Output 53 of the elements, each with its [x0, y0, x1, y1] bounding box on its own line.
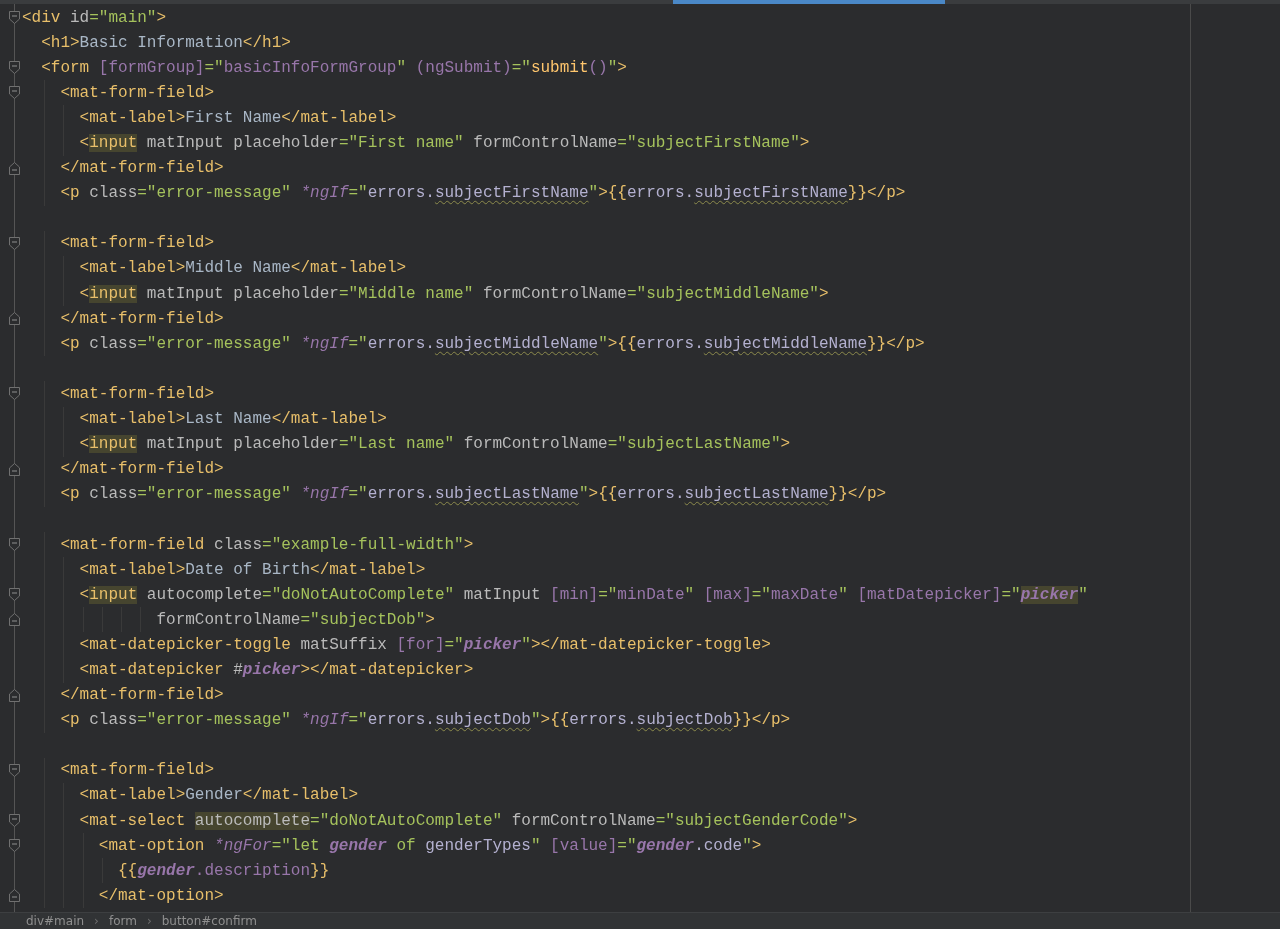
fold-icon[interactable] — [9, 763, 20, 777]
fold-icon[interactable] — [9, 538, 20, 551]
code-line: {{gender.description}} — [117, 860, 330, 881]
code-line: <mat-label>Middle Name</mat-label> — [78, 258, 407, 279]
breadcrumb-separator: › — [146, 914, 152, 928]
code-line: formControlName="subjectDob"> — [155, 609, 435, 630]
breadcrumb-item[interactable]: form — [108, 914, 137, 928]
code-line: <mat-form-field> — [59, 82, 215, 103]
code-line: <p class="error-message" *ngIf="errors.subjectFirstName">{{errors.subjectFirstName}}</p> — [59, 183, 906, 204]
fold-icon[interactable] — [9, 462, 20, 476]
code-line: <mat-label>Gender</mat-label> — [78, 785, 359, 806]
fold-icon[interactable] — [9, 839, 20, 853]
code-line: <mat-datepicker-toggle matSuffix [for]="picker"></mat-datepicker-toggle> — [78, 634, 771, 655]
breadcrumb-item[interactable]: button#confirm — [161, 914, 257, 928]
code-line: <p class="error-message" *ngIf="errors.subjectMiddleName">{{errors.subjectMiddleName}}</p> — [59, 333, 925, 354]
code-line: <mat-label>Date of Birth</mat-label> — [78, 559, 426, 580]
fold-icon[interactable] — [9, 889, 20, 903]
code-line: <mat-label>First Name</mat-label> — [78, 107, 397, 128]
code-line: </mat-form-field> — [59, 308, 224, 329]
code-line: <mat-form-field class="example-full-width"> — [59, 534, 474, 555]
fold-icon[interactable] — [9, 161, 20, 175]
fold-icon[interactable] — [9, 312, 20, 326]
code-line: <input matInput placeholder="Middle name" formControlName="subjectMiddleName"> — [78, 283, 829, 304]
fold-icon[interactable] — [9, 11, 20, 25]
code-line: <div id="main"> — [22, 7, 167, 28]
code-line: </mat-form-field> — [59, 459, 224, 480]
code-line: <h1>Basic Information</h1> — [40, 32, 291, 53]
code-line: <mat-select autocomplete="doNotAutoComplete" formControlName="subjectGenderCode"> — [78, 810, 858, 831]
code-line: <input matInput placeholder="First name" formControlName="subjectFirstName"> — [78, 133, 810, 153]
fold-icon[interactable] — [9, 588, 20, 602]
fold-icon[interactable] — [9, 387, 20, 401]
fold-icon[interactable] — [9, 613, 20, 627]
code-line: <p class="error-message" *ngIf="errors.subjectLastName">{{errors.subjectLastName}}</p> — [59, 484, 887, 505]
code-line: <form [formGroup]="basicInfoFormGroup" (ngSubmit)="submit()"> — [40, 57, 627, 78]
breadcrumb-separator: › — [94, 914, 99, 928]
fold-icon[interactable] — [9, 86, 20, 100]
fold-icon[interactable] — [9, 688, 20, 702]
code-line: </mat-form-field> — [59, 158, 224, 179]
code-line: </mat-form-field> — [59, 685, 224, 706]
fold-icon[interactable] — [9, 61, 20, 75]
code-line: <mat-form-field> — [59, 383, 215, 404]
code-line: <input autocomplete="doNotAutoComplete" matInput [min]="minDate" [max]="maxDate" [matDatepicker]="picker" — [78, 584, 1088, 605]
code-line: <mat-form-field> — [59, 233, 215, 254]
code-line: </mat-option> — [97, 885, 224, 906]
fold-icon[interactable] — [9, 236, 20, 250]
code-line: <mat-form-field> — [59, 760, 215, 781]
breadcrumb-item[interactable]: div#main — [26, 914, 85, 928]
fold-icon[interactable] — [9, 814, 20, 828]
code-line: <mat-option *ngFor="let gender of genderTypes" [value]="gender.code"> — [97, 835, 762, 856]
code-line: <mat-label>Last Name</mat-label> — [78, 409, 387, 430]
code-line: <p class="error-message" *ngIf="errors.subjectDob">{{errors.subjectDob}}</p> — [59, 710, 791, 731]
code-line: <input matInput placeholder="Last name" formControlName="subjectLastName"> — [78, 434, 791, 455]
code-line: <mat-datepicker #picker></mat-datepicker> — [78, 660, 474, 680]
